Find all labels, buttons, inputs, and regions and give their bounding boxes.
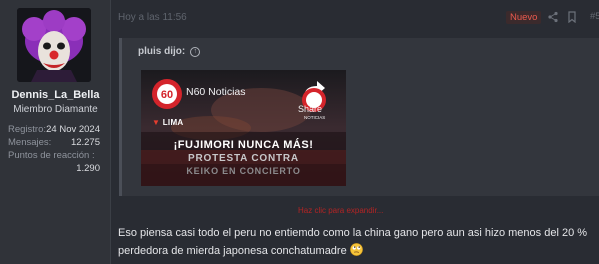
quote-header: pluis dijo: ↑	[138, 46, 201, 57]
post-main: Hoy a las 11:56 Nuevo #5 pluis dijo: ↑ 6…	[111, 0, 599, 264]
share-icon[interactable]	[547, 11, 559, 23]
stat-registro: Registro: 24 Nov 2024	[8, 124, 100, 135]
share-label[interactable]: Share	[298, 104, 322, 114]
stat-label: Mensajes:	[8, 137, 52, 148]
stat-value: 1.290	[76, 163, 100, 174]
arrow-up-circle-icon[interactable]: ↑	[190, 46, 201, 57]
expand-quote-link[interactable]: Haz clic para expandir...	[298, 206, 383, 215]
post-timestamp[interactable]: Hoy a las 11:56	[118, 12, 187, 23]
location-pin-icon: ▼	[152, 118, 161, 127]
location-label: ▼ LIMA	[152, 118, 184, 127]
n60-logo: 60	[152, 79, 182, 109]
media-embed[interactable]: 60 N60 Noticias Share NOTICIAS ▼ LIMA ¡F…	[141, 70, 346, 186]
quote-block: pluis dijo: ↑ 60 N60 Noticias Share NOTI…	[119, 38, 599, 215]
stat-label: Puntos de reacción :	[8, 150, 95, 161]
avatar[interactable]	[17, 8, 91, 82]
quote-author[interactable]: pluis dijo:	[138, 46, 185, 57]
stat-label: Registro:	[8, 124, 47, 135]
media-title[interactable]: N60 Noticias	[186, 86, 246, 98]
username[interactable]: Dennis_La_Bella	[0, 89, 111, 101]
new-badge: Nuevo	[506, 11, 542, 24]
headline-3: KEIKO EN CONCIERTO	[186, 166, 301, 176]
svg-text:60: 60	[161, 89, 173, 101]
stat-value: 12.275	[70, 137, 100, 148]
post-number[interactable]: #5	[590, 11, 599, 22]
post-message: Eso piensa casi todo el peru no entiemdo…	[118, 224, 596, 260]
location-text: LIMA	[162, 118, 184, 127]
face-with-rolling-eyes-icon	[349, 243, 363, 256]
stat-reacciones: Puntos de reacción : 1.290	[8, 150, 100, 176]
user-panel: Dennis_La_Bella Miembro Diamante Registr…	[0, 0, 111, 264]
stat-value: 24 Nov 2024	[46, 124, 100, 135]
bookmark-icon[interactable]	[566, 11, 578, 23]
headline-2: PROTESTA CONTRA	[188, 153, 299, 164]
stat-mensajes: Mensajes: 12.275	[8, 137, 100, 148]
share-sub-label: NOTICIAS	[304, 115, 326, 120]
headline-1: ¡FUJIMORI NUNCA MÁS!	[173, 139, 314, 151]
user-title: Miembro Diamante	[13, 104, 98, 115]
